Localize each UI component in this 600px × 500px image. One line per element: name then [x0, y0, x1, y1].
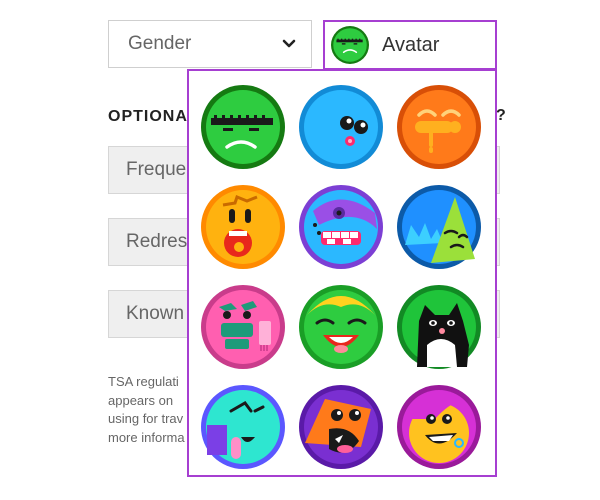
- mustache-avatar-icon: [201, 285, 285, 369]
- chevron-down-icon: [282, 39, 296, 48]
- known-traveler-placeholder: Known: [126, 303, 185, 324]
- avatar-select-label: Avatar: [382, 33, 440, 56]
- optional-section-title: OPTIONA: [108, 108, 188, 125]
- frequent-flyer-placeholder: Freque: [126, 159, 187, 180]
- smiling-girl-avatar-icon: [397, 385, 481, 469]
- googly-eyes-avatar-icon: [299, 85, 383, 169]
- avatar-option-teal-purple-tongue[interactable]: [201, 385, 285, 469]
- selected-avatar-icon: [331, 26, 369, 64]
- pigtails-avatar-icon: [299, 285, 383, 369]
- cat-avatar-icon: [397, 285, 481, 369]
- avatar-option-green-frankenstein[interactable]: [201, 85, 285, 169]
- avatar-grid: [201, 85, 481, 469]
- avatar-option-black-cat[interactable]: [397, 285, 481, 369]
- bird-avatar-icon: [299, 385, 383, 469]
- redress-number-placeholder: Redres: [126, 231, 188, 252]
- avatar-option-blue-green-shy[interactable]: [397, 185, 481, 269]
- avatar-option-blue-purple-teeth[interactable]: [299, 185, 383, 269]
- gender-select-label: Gender: [128, 33, 192, 54]
- avatar-picker-popup: [187, 69, 497, 477]
- section-title-tail: ?: [496, 107, 506, 124]
- avatar-option-blue-googly[interactable]: [299, 85, 383, 169]
- avatar-select[interactable]: Avatar: [323, 20, 497, 70]
- drooling-avatar-icon: [397, 85, 481, 169]
- gender-select[interactable]: Gender: [108, 20, 312, 68]
- shy-avatar-icon: [397, 185, 481, 269]
- shouting-avatar-icon: [201, 185, 285, 269]
- avatar-option-purple-orange-bird[interactable]: [299, 385, 383, 469]
- avatar-option-green-pigtails[interactable]: [299, 285, 383, 369]
- avatar-option-yellow-shout[interactable]: [201, 185, 285, 269]
- avatar-option-orange-drool[interactable]: [397, 85, 481, 169]
- tongue-avatar-icon: [201, 385, 285, 469]
- avatar-option-magenta-yellow-girl[interactable]: [397, 385, 481, 469]
- frankenstein-avatar-icon: [201, 85, 285, 169]
- avatar-option-pink-mustache[interactable]: [201, 285, 285, 369]
- teeth-avatar-icon: [299, 185, 383, 269]
